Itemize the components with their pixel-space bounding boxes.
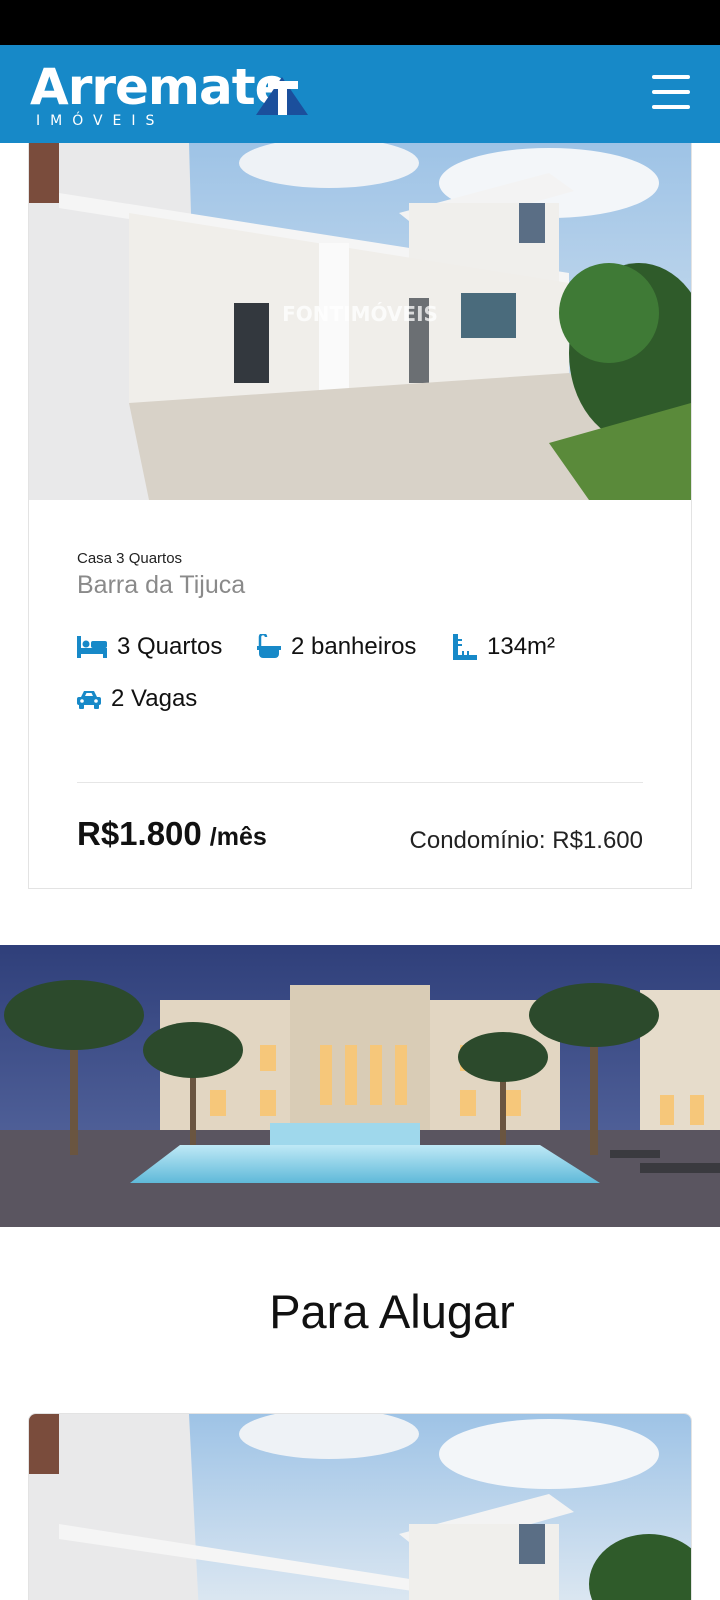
hamburger-menu-icon[interactable]	[652, 73, 694, 113]
property-neighborhood: Barra da Tijuca	[77, 571, 246, 599]
card-divider	[77, 782, 643, 783]
logo-subtitle: IMÓVEIS	[36, 113, 165, 129]
car-icon	[77, 691, 101, 709]
logo-text: Arremate	[30, 58, 289, 116]
feature-area: 134m²	[453, 633, 555, 661]
price-period: /mês	[209, 823, 267, 851]
ruler-icon	[453, 634, 477, 660]
property-card[interactable]: FONTIMÓVEIS Casa 3 Quartos Barra da Tiju…	[28, 143, 692, 889]
rent-price: R$1.800/mês	[77, 815, 267, 853]
feature-label: 2 banheiros	[291, 633, 417, 660]
property-photo[interactable]	[29, 1414, 691, 1600]
feature-parking: 2 Vagas	[77, 685, 197, 713]
feature-label: 134m²	[487, 633, 556, 660]
hero-banner-image	[0, 945, 720, 1227]
feature-bathrooms: 2 banheiros	[257, 633, 416, 661]
condo-fee: Condomínio: R$1.600	[409, 827, 643, 854]
property-type: Casa 3 Quartos	[77, 550, 183, 567]
house-logo-icon	[256, 77, 308, 115]
feature-bedrooms: 3 Quartos	[77, 633, 222, 661]
bathtub-icon	[257, 634, 281, 658]
bed-icon	[77, 636, 107, 658]
feature-label: 2 Vagas	[111, 685, 198, 712]
brand-logo[interactable]: Arremate IMÓVEIS	[30, 55, 320, 133]
watermark-text: FONTIMÓVEIS	[282, 302, 438, 326]
app-header: Arremate IMÓVEIS	[0, 45, 720, 143]
property-photo[interactable]: FONTIMÓVEIS	[29, 143, 691, 500]
price-value: R$1.800	[77, 815, 202, 852]
section-title: Para Alugar	[269, 1285, 515, 1338]
status-bar	[0, 0, 720, 45]
property-card[interactable]	[28, 1413, 692, 1600]
feature-label: 3 Quartos	[117, 633, 223, 660]
